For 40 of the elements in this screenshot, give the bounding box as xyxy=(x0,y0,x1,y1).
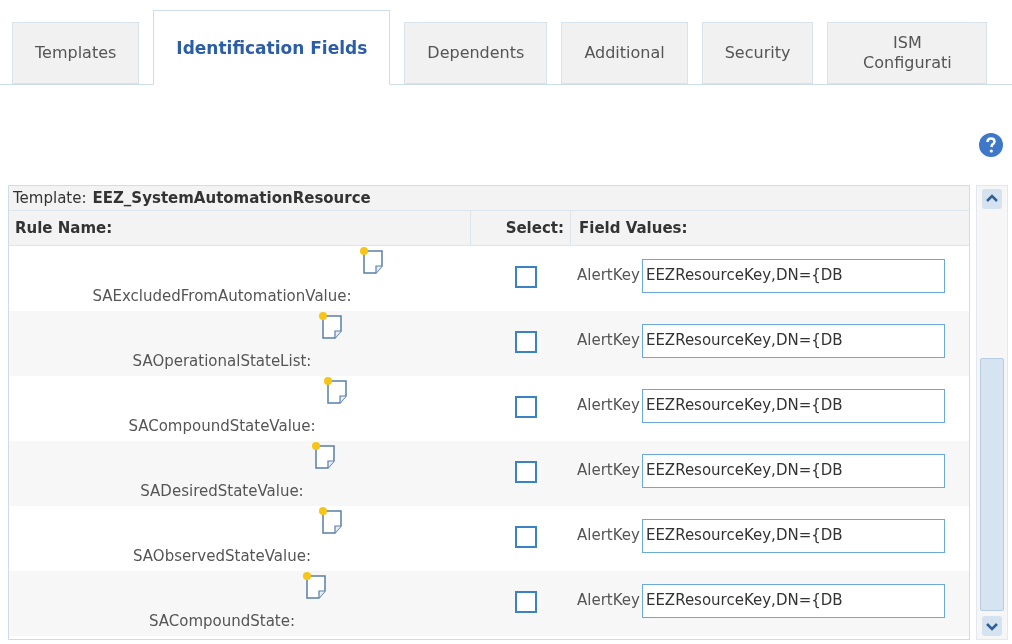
field-value-input[interactable]: EEZResourceKey,DN={DB xyxy=(641,518,945,553)
checkbox[interactable] xyxy=(515,330,537,353)
checkbox[interactable] xyxy=(515,590,537,613)
rule-name: SAObservedStateValue: xyxy=(133,545,311,567)
rule-name: SAOperationalStateList: xyxy=(132,350,312,372)
field-label: AlertKey xyxy=(577,330,640,352)
template-label: Template: xyxy=(13,187,87,209)
field-label: AlertKey xyxy=(577,395,640,417)
tab[interactable]: Templates xyxy=(12,22,140,84)
rule-name: SACompoundState: xyxy=(148,610,296,632)
tab[interactable]: Identification Fields xyxy=(153,10,391,85)
rule-name: SACompoundStateValue: xyxy=(128,415,316,437)
tab[interactable]: Dependents xyxy=(404,22,548,84)
tab[interactable]: Security xyxy=(701,22,814,84)
field-label: AlertKey xyxy=(577,265,640,287)
scroll-down-icon[interactable] xyxy=(981,615,1003,637)
scroll-up-icon[interactable] xyxy=(981,188,1003,210)
tab[interactable]: Additional xyxy=(561,22,688,84)
scroll-thumb[interactable] xyxy=(980,358,1004,611)
scrollbar[interactable] xyxy=(976,185,1008,640)
field-label: AlertKey xyxy=(577,590,640,612)
template-name: EEZ_SystemAutomationResource xyxy=(92,187,371,209)
field-label: AlertKey xyxy=(577,460,640,482)
checkbox[interactable] xyxy=(515,460,537,483)
rule-name: SAExcludedFromAutomationValue: xyxy=(92,285,352,307)
field-label: AlertKey xyxy=(577,525,640,547)
column-header: Field Values: xyxy=(578,217,689,239)
checkbox[interactable] xyxy=(515,395,537,418)
checkbox[interactable] xyxy=(515,525,537,548)
rule-name: SADesiredStateValue: xyxy=(140,480,304,502)
help-icon[interactable] xyxy=(978,132,1004,158)
tab[interactable]: ISM Configurati xyxy=(827,22,988,84)
checkbox[interactable] xyxy=(515,265,537,288)
field-value-input[interactable]: EEZResourceKey,DN={DB xyxy=(641,583,945,618)
column-header: Rule Name: xyxy=(9,211,471,245)
field-value-input[interactable]: EEZResourceKey,DN={DB xyxy=(641,453,945,488)
column-header: Select: xyxy=(471,211,571,245)
field-value-input[interactable]: EEZResourceKey,DN={DB xyxy=(641,388,945,423)
field-value-input[interactable]: EEZResourceKey,DN={DB xyxy=(641,258,945,293)
field-value-input[interactable]: EEZResourceKey,DN={DB xyxy=(641,323,945,358)
